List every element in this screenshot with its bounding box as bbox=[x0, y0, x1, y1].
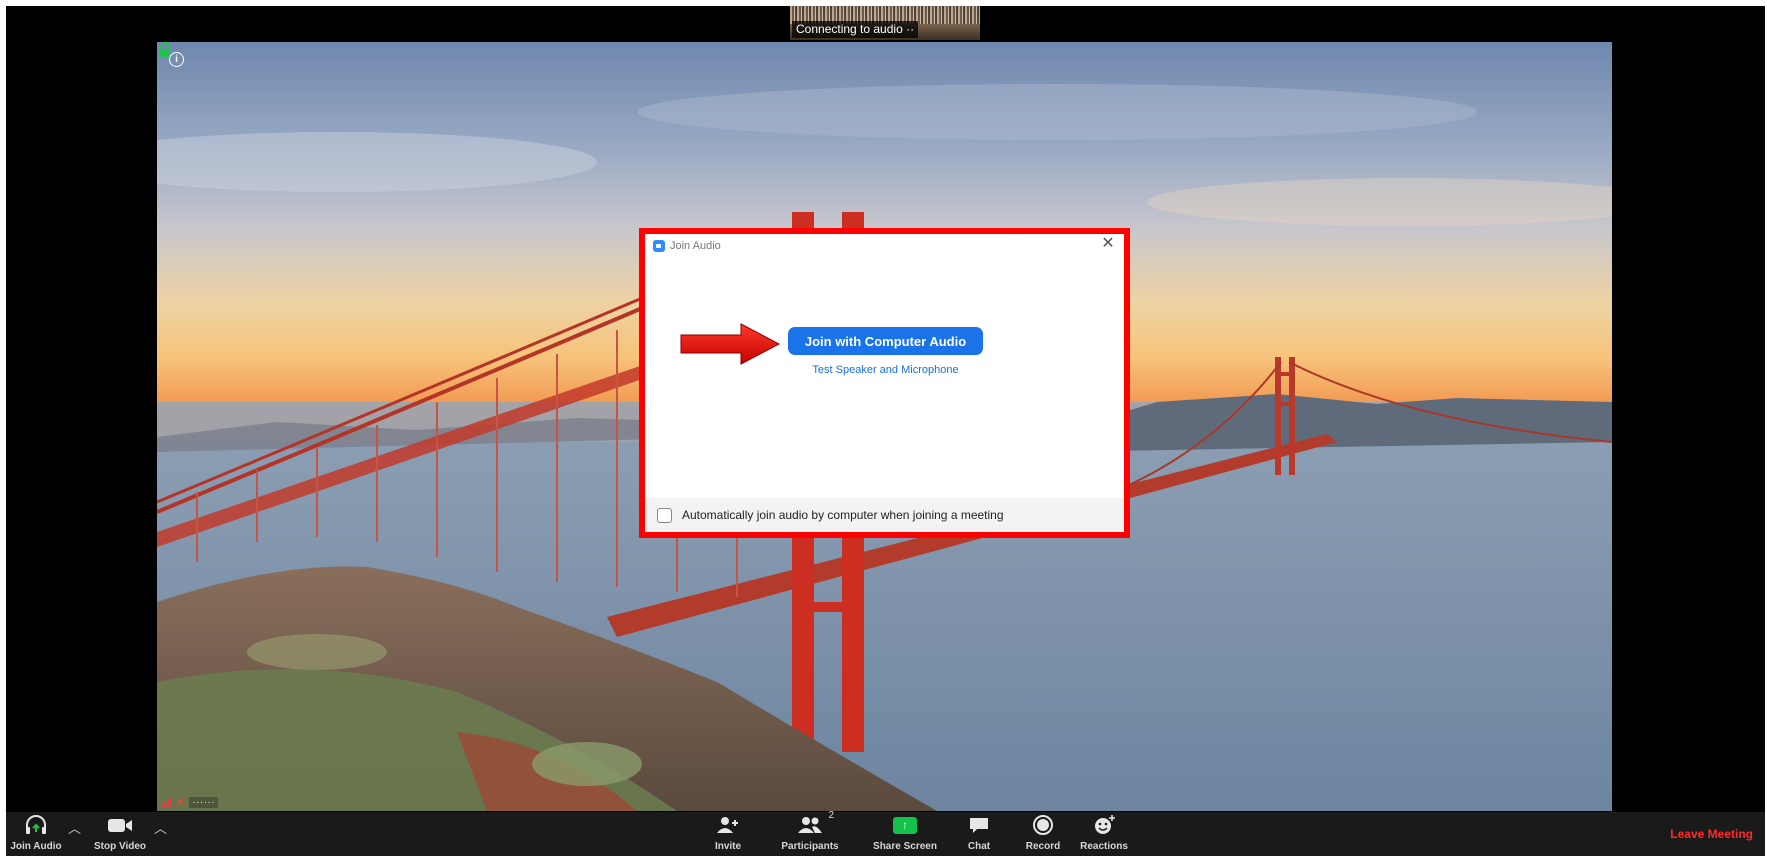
record-button[interactable]: Record bbox=[1021, 812, 1065, 856]
record-icon bbox=[1032, 812, 1054, 838]
chat-button[interactable]: Chat bbox=[961, 812, 997, 856]
zoom-logo-icon bbox=[653, 240, 665, 252]
share-screen-label: Share Screen bbox=[873, 841, 937, 852]
join-computer-audio-button[interactable]: Join with Computer Audio bbox=[788, 327, 983, 355]
encryption-lock-icon[interactable] bbox=[157, 42, 173, 58]
record-label: Record bbox=[1025, 841, 1061, 852]
chat-label: Chat bbox=[967, 841, 991, 852]
leave-meeting-button[interactable]: Leave Meeting bbox=[1670, 827, 1753, 841]
join-audio-label: Join Audio bbox=[10, 841, 62, 852]
add-person-icon bbox=[715, 812, 741, 838]
reaction-emoji-icon bbox=[1092, 812, 1116, 838]
participants-icon: 2 bbox=[796, 810, 834, 838]
reactions-button[interactable]: Reactions bbox=[1078, 812, 1130, 856]
audio-connecting-status: Connecting to audio ·· bbox=[792, 21, 919, 38]
dialog-footer: Automatically join audio by computer whe… bbox=[645, 498, 1124, 532]
participant-name: ······ bbox=[189, 796, 219, 808]
participant-name-tag: ✗ ······ bbox=[161, 795, 219, 809]
test-speaker-microphone-link[interactable]: Test Speaker and Microphone bbox=[788, 364, 983, 376]
window-edge-left bbox=[0, 0, 6, 856]
chat-bubble-icon bbox=[968, 812, 990, 838]
headphones-icon bbox=[24, 812, 48, 838]
share-screen-icon: ↑ bbox=[893, 812, 917, 838]
self-view-thumbnail[interactable]: Connecting to audio ·· bbox=[790, 6, 980, 40]
signal-strength-icon bbox=[161, 797, 172, 808]
video-camera-icon bbox=[106, 812, 134, 838]
join-audio-dialog: Join Audio ✕ Join with Computer Audio Te… bbox=[645, 234, 1124, 532]
participants-count-badge: 2 bbox=[828, 810, 834, 821]
meeting-window: Connecting to audio ·· i ✗ ······ Join A… bbox=[0, 0, 1767, 856]
auto-join-checkbox[interactable] bbox=[657, 507, 672, 523]
join-audio-button[interactable]: Join Audio bbox=[10, 812, 62, 856]
close-icon[interactable]: ✕ bbox=[1100, 236, 1116, 252]
invite-button[interactable]: Invite bbox=[706, 812, 750, 856]
audio-options-chevron-up-icon[interactable]: ︿ bbox=[68, 818, 81, 837]
reactions-label: Reactions bbox=[1080, 841, 1128, 852]
stop-video-button[interactable]: Stop Video bbox=[90, 812, 150, 856]
muted-mic-icon: ✗ bbox=[176, 796, 186, 809]
participants-button[interactable]: 2 Participants bbox=[777, 810, 843, 856]
dialog-title: Join Audio bbox=[670, 240, 721, 252]
auto-join-label: Automatically join audio by computer whe… bbox=[682, 508, 1004, 522]
invite-label: Invite bbox=[714, 841, 742, 852]
dialog-title-bar: Join Audio bbox=[653, 238, 721, 254]
stop-video-label: Stop Video bbox=[93, 841, 147, 852]
share-screen-button[interactable]: ↑ Share Screen bbox=[869, 812, 941, 856]
meeting-toolbar: Join Audio ︿ Stop Video ︿ Invite 2 Parti… bbox=[6, 810, 1765, 856]
annotation-arrow-icon bbox=[680, 323, 781, 365]
video-options-chevron-up-icon[interactable]: ︿ bbox=[154, 818, 167, 837]
participants-label: Participants bbox=[781, 841, 839, 852]
